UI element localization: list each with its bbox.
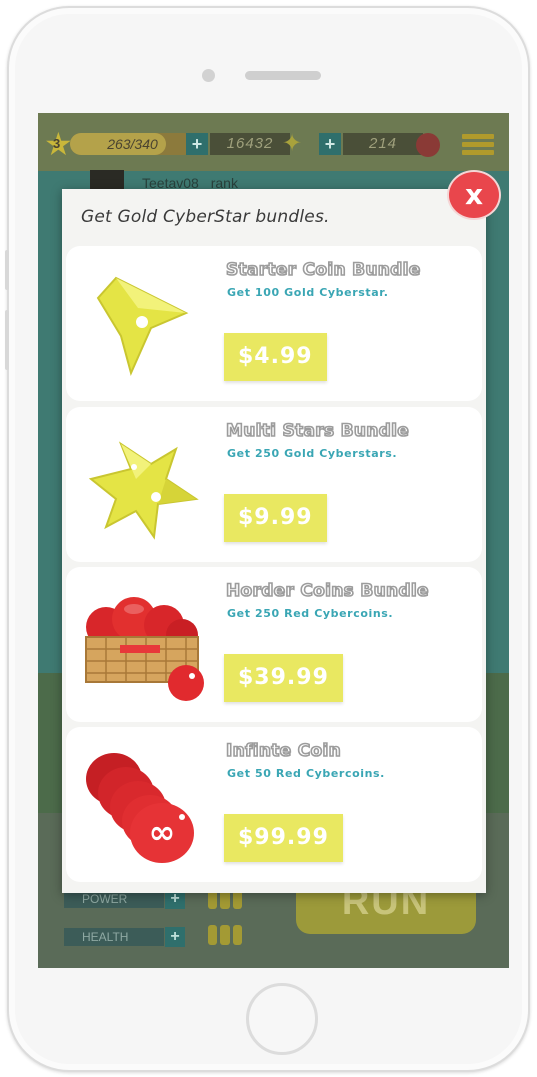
stat-label-health: HEALTH [64,928,164,946]
level-number: 3 [53,136,61,151]
gold-star-count: 16432 [210,133,290,155]
red-coin-icon [416,133,440,157]
side-button [5,250,9,290]
side-button [5,310,9,370]
bundle-card: ∞ Infinte Coin Get 50 Red Cybercoins. $9… [66,727,482,882]
buy-button[interactable]: $99.99 [224,814,343,862]
menu-icon[interactable] [462,134,494,156]
bundle-card: Multi Stars Bundle Get 250 Gold Cybersta… [66,407,482,562]
bundle-description: Get 100 Gold Cyberstar. [227,286,389,299]
bundle-description: Get 250 Gold Cyberstars. [227,447,398,460]
close-button[interactable]: x [447,170,501,220]
bundle-card: Horder Coins Bundle Get 250 Red Cybercoi… [66,567,482,722]
speaker-grille [245,71,321,80]
bundle-name: Horder Coins Bundle [225,580,429,602]
red-coin-count: 214 [343,133,423,155]
xp-bar: 263/340 [70,133,195,155]
health-plus-button[interactable]: + [165,927,185,947]
modal-title: Get Gold CyberStar bundles. [81,207,330,227]
multi-gold-stars-icon [88,441,199,540]
buy-button[interactable]: $4.99 [224,333,327,381]
single-gold-star-icon [96,276,189,376]
svg-text:∞: ∞ [149,813,176,851]
bundle-name: Infinte Coin [225,740,342,762]
infinite-red-coin-icon: ∞ [86,753,194,863]
bundle-description: Get 50 Red Cybercoins. [227,767,385,780]
health-bars [208,925,242,945]
bundle-description: Get 250 Red Cybercoins. [227,607,394,620]
xp-text: 263/340 [107,136,158,152]
home-button[interactable] [246,983,318,1055]
basket-red-coins-icon [85,597,204,701]
bundle-name: Starter Coin Bundle [225,259,421,281]
bundle-modal: Get Gold CyberStar bundles. Starter Coin… [62,189,486,893]
buy-button[interactable]: $9.99 [224,494,327,542]
bundle-name: Multi Stars Bundle [225,420,410,442]
buy-button[interactable]: $39.99 [224,654,343,702]
shuriken-icon: ✦ [282,130,303,157]
add-coins-button[interactable]: + [319,133,341,155]
level-star-icon: ★ [44,126,73,162]
camera-dot [202,69,215,82]
bundle-card: Starter Coin Bundle Get 100 Gold Cyberst… [66,246,482,401]
add-stars-button[interactable]: + [186,133,208,155]
